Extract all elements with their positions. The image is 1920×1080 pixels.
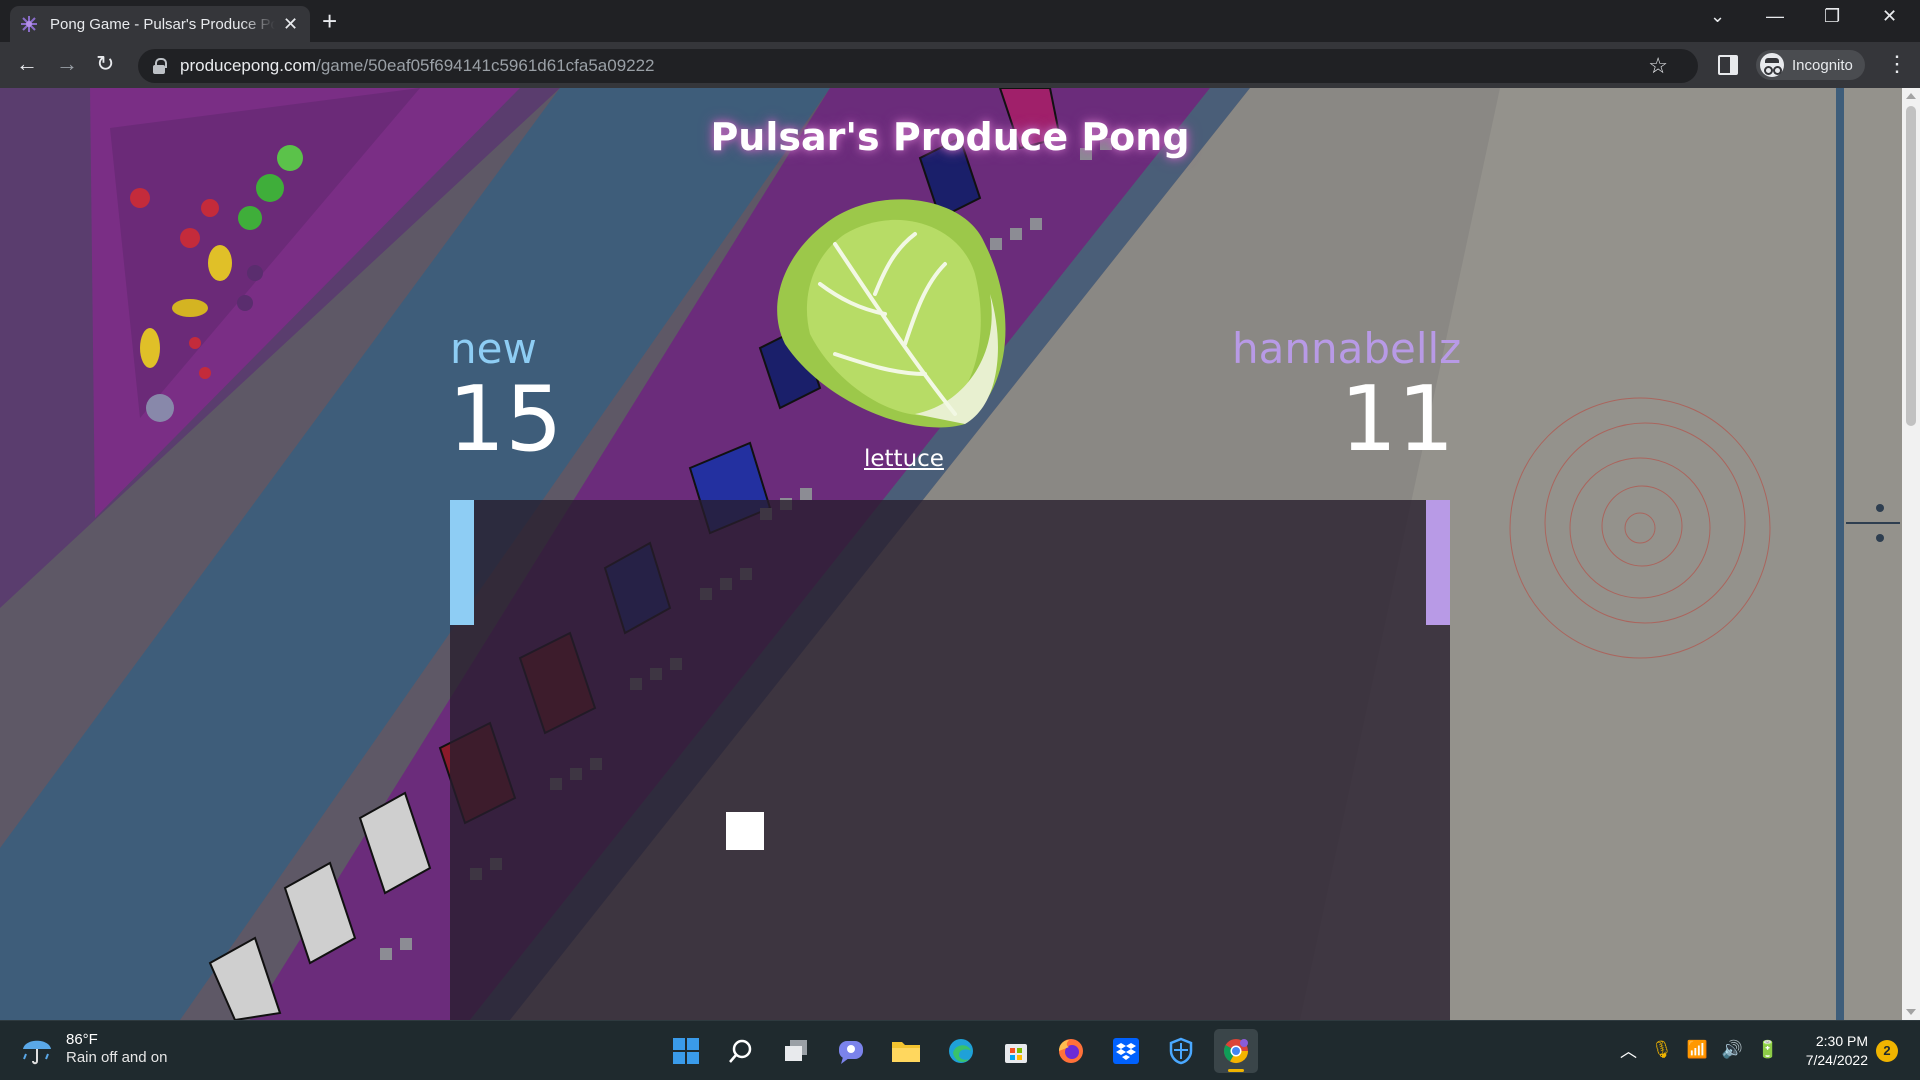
- defender-icon[interactable]: [1159, 1029, 1203, 1073]
- new-tab-button[interactable]: +: [322, 8, 337, 34]
- chat-icon[interactable]: [829, 1029, 873, 1073]
- edge-icon[interactable]: [939, 1029, 983, 1073]
- left-player-name: new: [450, 324, 537, 373]
- tab-search-icon[interactable]: ⌄: [1710, 6, 1725, 27]
- url-path: /game/50eaf05f694141c5961d61cfa5a09222: [316, 56, 655, 75]
- right-player-name: hannabellz: [1232, 324, 1462, 373]
- weather-description: Rain off and on: [66, 1049, 168, 1066]
- right-paddle: [1426, 500, 1450, 625]
- taskbar-pinned-apps: [664, 1029, 1258, 1073]
- close-window-button[interactable]: ✕: [1882, 6, 1897, 27]
- scroll-up-icon[interactable]: [1906, 93, 1916, 99]
- page-scrollbar[interactable]: [1902, 88, 1920, 1020]
- lock-icon[interactable]: [152, 58, 167, 74]
- firefox-icon[interactable]: [1049, 1029, 1093, 1073]
- left-paddle[interactable]: [450, 500, 474, 625]
- scroll-thumb[interactable]: [1906, 106, 1916, 426]
- site-favicon-icon: [21, 16, 37, 32]
- active-tab[interactable]: Pong Game - Pulsar's Produce Pong ✕: [10, 6, 310, 42]
- chrome-icon[interactable]: [1214, 1029, 1258, 1073]
- left-player-score: 15: [448, 367, 563, 472]
- side-panel-icon[interactable]: [1718, 55, 1738, 75]
- minimize-button[interactable]: —: [1766, 6, 1784, 27]
- close-tab-icon[interactable]: ✕: [283, 14, 298, 35]
- file-explorer-icon[interactable]: [884, 1029, 928, 1073]
- forward-icon[interactable]: →: [56, 52, 78, 76]
- wifi-icon[interactable]: 📶: [1687, 1040, 1708, 1060]
- restore-button[interactable]: ❐: [1824, 6, 1840, 27]
- incognito-profile-button[interactable]: Incognito: [1756, 50, 1865, 80]
- store-icon[interactable]: [994, 1029, 1038, 1073]
- produce-link[interactable]: lettuce: [864, 446, 944, 472]
- windows-start-icon[interactable]: [664, 1029, 708, 1073]
- right-player-score: 11: [1340, 367, 1455, 472]
- browser-toolbar: ← → ↻ producepong.com/game/50eaf05f69414…: [0, 42, 1920, 88]
- profile-label: Incognito: [1792, 56, 1853, 74]
- pong-ball: [726, 812, 764, 850]
- clock[interactable]: 2:30 PM 7/24/2022: [1790, 1032, 1868, 1070]
- dropbox-icon[interactable]: [1104, 1029, 1148, 1073]
- bookmark-star-icon[interactable]: ☆: [1648, 53, 1668, 79]
- page-viewport: Pulsar's Produce Pong new hannabellz 15 …: [0, 88, 1920, 1020]
- pong-court[interactable]: [450, 500, 1450, 1020]
- system-tray: ︿ 🎙 📶 🔊 🔋: [1620, 1037, 1778, 1062]
- battery-icon[interactable]: 🔋: [1757, 1040, 1778, 1060]
- clock-time: 2:30 PM: [1815, 1033, 1868, 1049]
- game-title: Pulsar's Produce Pong: [710, 115, 1190, 159]
- microphone-icon[interactable]: 🎙: [1651, 1040, 1673, 1060]
- weather-temperature: 86°F: [66, 1031, 98, 1048]
- tab-title: Pong Game - Pulsar's Produce Pong: [50, 15, 275, 33]
- tab-strip: Pong Game - Pulsar's Produce Pong ✕ + ⌄ …: [0, 0, 1920, 42]
- show-hidden-icons-icon[interactable]: ︿: [1620, 1037, 1637, 1062]
- browser-menu-icon[interactable]: ⋮: [1886, 52, 1908, 76]
- back-icon[interactable]: ←: [16, 52, 38, 76]
- scroll-down-icon[interactable]: [1906, 1009, 1916, 1015]
- windows-taskbar: 86°F Rain off and on ︿ 🎙 📶 🔊 🔋 2:30 PM 7…: [0, 1020, 1920, 1080]
- clock-date: 7/24/2022: [1805, 1052, 1868, 1068]
- search-icon[interactable]: [719, 1029, 763, 1073]
- incognito-icon: [1760, 53, 1784, 77]
- rain-umbrella-icon: [23, 1040, 51, 1065]
- lettuce-icon: [777, 199, 1006, 428]
- address-bar[interactable]: producepong.com/game/50eaf05f694141c5961…: [138, 49, 1698, 83]
- volume-icon[interactable]: 🔊: [1722, 1040, 1743, 1060]
- url-host: producepong.com: [180, 56, 317, 75]
- notification-badge[interactable]: 2: [1876, 1040, 1898, 1062]
- reload-icon[interactable]: ↻: [96, 52, 114, 76]
- task-view-icon[interactable]: [774, 1029, 818, 1073]
- weather-widget[interactable]: 86°F Rain off and on: [20, 1031, 167, 1067]
